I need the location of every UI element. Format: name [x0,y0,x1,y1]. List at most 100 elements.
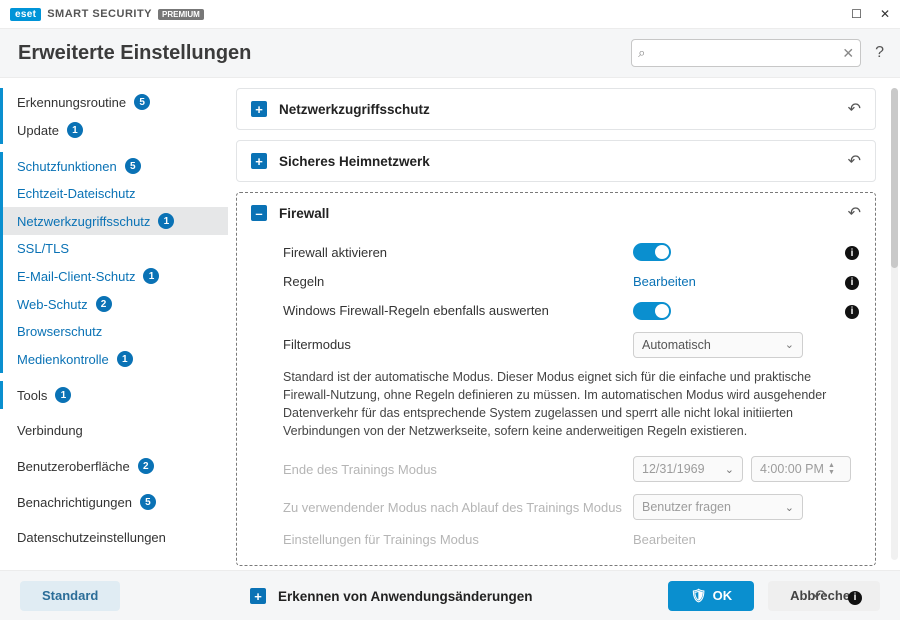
expand-icon[interactable]: + [251,101,267,117]
toggle-windows-rules[interactable] [633,302,671,320]
sidebar-item-label: Benutzeroberfläche [17,459,130,474]
section-body: Firewall aktivieren i Regeln Bearbeiten … [237,233,875,565]
search-input[interactable] [649,46,842,60]
header: Erweiterte Einstellungen ⌕ ✕ ? [0,28,900,78]
sidebar-item-label: SSL/TLS [17,241,69,256]
badge: 1 [55,387,71,403]
badge: 5 [140,494,156,510]
row-windows-rules: Windows Firewall-Regeln ebenfalls auswer… [283,296,859,326]
section-title: Sicheres Heimnetzwerk [279,154,430,169]
sidebar-item-label: Echtzeit-Dateischutz [17,186,136,201]
select-value: Automatisch [642,338,711,352]
sidebar-item-media[interactable]: Medienkontrolle 1 [0,345,228,373]
sidebar-item-connection[interactable]: Verbindung [0,417,228,444]
sidebar-item-notifications[interactable]: Benachrichtigungen 5 [0,488,228,516]
spinner-icon: ▲▼ [828,462,838,476]
sidebar-item-privacy[interactable]: Datenschutzeinstellungen [0,524,228,551]
search-icon: ⌕ [638,45,645,61]
edit-training-link: Bearbeiten [633,532,696,547]
badge: 1 [143,268,159,284]
expand-icon[interactable]: + [250,588,266,604]
sidebar-item-tools[interactable]: Tools 1 [0,381,228,409]
time-value: 4:00:00 PM [760,462,824,476]
chevron-down-icon: ⌄ [725,463,734,476]
filter-mode-description: Standard ist der automatische Modus. Die… [283,364,859,451]
sidebar-item-network-protection[interactable]: Netzwerkzugriffsschutz 1 [0,207,228,235]
chevron-down-icon: ⌄ [785,501,794,514]
sidebar-item-web[interactable]: Web-Schutz 2 [0,290,228,318]
window-titlebar: eset SMART SECURITY PREMIUM ☐ ✕ [0,0,900,28]
date-value: 12/31/1969 [642,462,705,476]
row-post-training-mode: Zu verwendender Modus nach Ablauf des Tr… [283,488,859,526]
sidebar-item-ui[interactable]: Benutzeroberfläche 2 [0,452,228,480]
edit-rules-link[interactable]: Bearbeiten [633,274,696,289]
row-rules: Regeln Bearbeiten i [283,267,859,296]
info-icon[interactable]: i [848,587,862,605]
badge: 2 [138,458,154,474]
sidebar-item-realtime[interactable]: Echtzeit-Dateischutz [0,180,228,207]
post-training-mode-select: Benutzer fragen ⌄ [633,494,803,520]
main-panel: + Netzwerkzugriffsschutz ↶ + Sicheres He… [228,78,900,570]
sidebar-item-browser[interactable]: Browserschutz [0,318,228,345]
sidebar-item-label: Medienkontrolle [17,352,109,367]
badge: 1 [158,213,174,229]
section-header[interactable]: + Netzwerkzugriffsschutz ↶ [237,89,875,129]
info-icon[interactable]: i [845,302,859,319]
product-name: SMART SECURITY [47,8,152,20]
sidebar-item-detection[interactable]: Erkennungsroutine 5 [0,88,228,116]
revert-icon[interactable]: ↶ [848,99,861,119]
sidebar-item-label: Tools [17,388,47,403]
chevron-down-icon: ⌄ [785,338,794,351]
sidebar-item-ssl[interactable]: SSL/TLS [0,235,228,262]
badge: 1 [117,351,133,367]
sidebar-item-label: Schutzfunktionen [17,159,117,174]
section-title: Firewall [279,206,329,221]
window-controls: ☐ ✕ [851,7,890,21]
section-header[interactable]: + Sicheres Heimnetzwerk ↶ [237,141,875,181]
sidebar-item-label: Erkennungsroutine [17,95,126,110]
sidebar-item-protections[interactable]: Schutzfunktionen 5 [0,152,228,180]
badge: 2 [96,296,112,312]
badge: 5 [125,158,141,174]
help-icon[interactable]: ? [875,44,884,62]
sidebar-item-label: Browserschutz [17,324,102,339]
section-title: Netzwerkzugriffsschutz [279,102,430,117]
badge: 1 [67,122,83,138]
clear-search-icon[interactable]: ✕ [842,45,854,62]
revert-icon[interactable]: ↶ [848,203,861,223]
setting-label: Regeln [283,274,633,289]
toggle-firewall-enable[interactable] [633,243,671,261]
sidebar-item-email[interactable]: E-Mail-Client-Schutz 1 [0,262,228,290]
collapse-icon[interactable]: – [251,205,267,221]
maximize-icon[interactable]: ☐ [851,7,862,21]
select-value: Benutzer fragen [642,500,731,514]
sidebar-item-label: Web-Schutz [17,297,88,312]
training-end-time: 4:00:00 PM ▲▼ [751,456,851,482]
section-header[interactable]: – Firewall ↶ [237,193,875,233]
sidebar-item-label: E-Mail-Client-Schutz [17,269,135,284]
sidebar: Erkennungsroutine 5 Update 1 Schutzfunkt… [0,78,228,570]
revert-icon[interactable]: ↶ [813,586,826,606]
section-title: Erkennen von Anwendungsänderungen [278,589,533,604]
subsection-app-changes[interactable]: + Erkennen von Anwendungsänderungen ↶ i [236,576,876,616]
default-button[interactable]: Standard [20,581,120,611]
expand-icon[interactable]: + [251,153,267,169]
search-box[interactable]: ⌕ ✕ [631,39,861,67]
setting-label: Zu verwendender Modus nach Ablauf des Tr… [283,500,633,515]
section-network-protection: + Netzwerkzugriffsschutz ↶ [236,88,876,130]
badge: 5 [134,94,150,110]
sidebar-item-label: Update [17,123,59,138]
eset-logo: eset [10,8,41,21]
scrollbar-thumb[interactable] [891,88,898,268]
revert-icon[interactable]: ↶ [848,151,861,171]
info-icon[interactable]: i [845,244,859,261]
sidebar-item-update[interactable]: Update 1 [0,116,228,144]
info-icon[interactable]: i [845,273,859,290]
row-training-end: Ende des Trainings Modus 12/31/1969 ⌄ 4:… [283,450,859,488]
sidebar-item-label: Benachrichtigungen [17,495,132,510]
setting-label: Ende des Trainings Modus [283,462,633,477]
filter-mode-select[interactable]: Automatisch ⌄ [633,332,803,358]
setting-label: Windows Firewall-Regeln ebenfalls auswer… [283,303,633,318]
close-icon[interactable]: ✕ [880,7,890,21]
sidebar-item-label: Verbindung [17,423,83,438]
